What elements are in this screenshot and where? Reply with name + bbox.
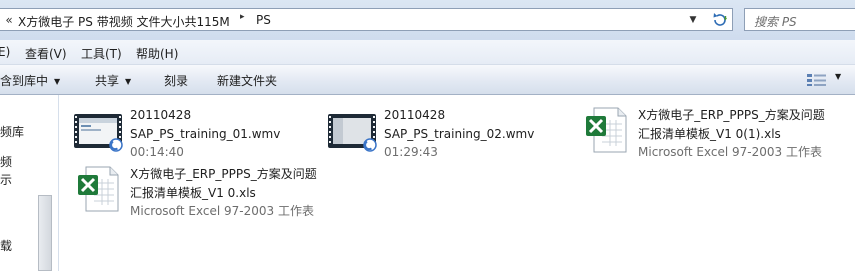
include-in-library-label: 包含到库中 [0, 74, 49, 88]
file-type: Microsoft Excel 97-2003 工作表 [130, 204, 314, 218]
video-file-icon [328, 114, 377, 152]
file-item-excel-01[interactable]: X方微电子_ERP_PPPS_方案及问题 汇报清单模板_V1 0(1).xls … [580, 106, 850, 168]
file-type: Microsoft Excel 97-2003 工作表 [638, 145, 822, 159]
navigation-pane: 视频库 视频 示 下载 [0, 95, 59, 271]
burn-label: 刻录 [164, 74, 189, 88]
address-history-dropdown-icon[interactable]: ▼ [686, 13, 700, 27]
nav-item-partial[interactable]: 示 [0, 171, 12, 188]
nav-pane-scrollbar[interactable] [38, 195, 52, 271]
file-item-excel-02[interactable]: X方微电子_ERP_PPPS_方案及问题 汇报清单模板_V1 0.xls Mic… [72, 165, 342, 227]
file-name-line1: 20110428 [130, 108, 192, 122]
file-name-line1: X方微电子_ERP_PPPS_方案及问题 [638, 108, 825, 122]
menu-edit[interactable]: E) [0, 45, 10, 59]
view-options-icon [807, 74, 826, 86]
view-dropdown-arrow-icon[interactable]: ▼ [835, 72, 841, 81]
menu-help[interactable]: 帮助(H) [136, 45, 178, 62]
file-name-line2: SAP_PS_training_01.wmv [130, 126, 281, 141]
share-label: 共享 [95, 74, 120, 88]
address-bar-row: « X方微电子 PS 带视频 文件大小共115M ▸ PS ▼ 搜索 PS [0, 0, 855, 40]
excel-file-icon [586, 107, 627, 153]
command-bar: 包含到库中 ▼ 共享 ▼ 刻录 新建文件夹 ▼ [0, 65, 855, 95]
dropdown-arrow-icon: ▼ [125, 77, 132, 86]
file-name-line2: 汇报清单模板_V1 0.xls [130, 185, 256, 200]
address-bar[interactable]: « X方微电子 PS 带视频 文件大小共115M ▸ PS ▼ [0, 8, 733, 31]
include-in-library-button[interactable]: 包含到库中 ▼ [0, 72, 60, 89]
share-button[interactable]: 共享 ▼ [95, 72, 131, 89]
menu-view[interactable]: 查看(V) [25, 45, 67, 62]
file-item-video-02[interactable]: 20110428 SAP_PS_training_02.wmv 01:29:43 [326, 106, 576, 168]
search-placeholder: 搜索 PS [754, 15, 797, 29]
burn-button[interactable]: 刻录 [164, 72, 188, 89]
menu-bar: E) 查看(V) 工具(T) 帮助(H) [0, 40, 855, 65]
file-duration: 01:29:43 [384, 145, 438, 159]
search-input[interactable]: 搜索 PS [744, 8, 855, 31]
change-view-button[interactable]: ▼ [806, 71, 846, 89]
file-details: 20110428 SAP_PS_training_01.wmv 00:14:40 [130, 106, 280, 162]
nav-item-videos[interactable]: 视频 [0, 153, 12, 170]
file-name-line2: 汇报清单模板_V1 0(1).xls [638, 126, 781, 141]
video-file-icon [74, 114, 123, 152]
refresh-icon [713, 13, 727, 26]
excel-file-icon [78, 166, 119, 212]
file-details: X方微电子_ERP_PPPS_方案及问题 汇报清单模板_V1 0.xls Mic… [130, 165, 317, 221]
overflow-chevron-icon[interactable]: « [2, 11, 16, 29]
new-folder-label: 新建文件夹 [217, 74, 278, 88]
file-duration: 00:14:40 [130, 145, 184, 159]
refresh-button[interactable] [710, 11, 730, 29]
file-details: X方微电子_ERP_PPPS_方案及问题 汇报清单模板_V1 0(1).xls … [638, 106, 825, 162]
breadcrumb-separator-icon[interactable]: ▸ [240, 12, 245, 22]
dropdown-arrow-icon: ▼ [54, 77, 61, 86]
new-folder-button[interactable]: 新建文件夹 [217, 72, 277, 89]
menu-tools[interactable]: 工具(T) [81, 45, 122, 62]
nav-item-video-library[interactable]: 视频库 [0, 123, 24, 140]
file-item-video-01[interactable]: 20110428 SAP_PS_training_01.wmv 00:14:40 [72, 106, 322, 168]
file-name-line1: X方微电子_ERP_PPPS_方案及问题 [130, 167, 317, 181]
breadcrumb-current-folder[interactable]: PS [256, 13, 271, 27]
file-name-line2: SAP_PS_training_02.wmv [384, 126, 535, 141]
breadcrumb-parent-folder[interactable]: X方微电子 PS 带视频 文件大小共115M [18, 13, 230, 30]
file-details: 20110428 SAP_PS_training_02.wmv 01:29:43 [384, 106, 534, 162]
nav-item-downloads[interactable]: 下载 [0, 237, 12, 254]
file-name-line1: 20110428 [384, 108, 446, 122]
